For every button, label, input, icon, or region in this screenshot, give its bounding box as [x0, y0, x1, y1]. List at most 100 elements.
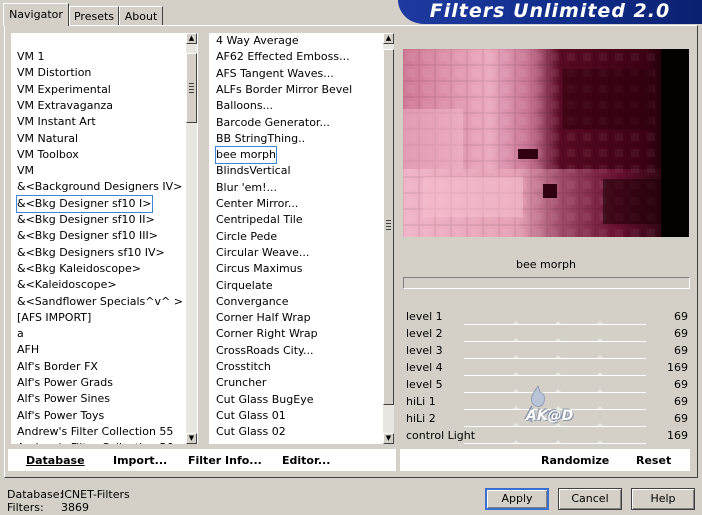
category-item[interactable]: Alf's Power Grads	[17, 375, 113, 391]
selected-filter-name: bee morph	[516, 258, 576, 271]
app-title-banner: Filters Unlimited 2.0	[398, 0, 702, 24]
filter-item[interactable]: Circus Maximus	[216, 261, 302, 277]
filter-item[interactable]: Circular Weave...	[216, 245, 309, 261]
scroll-down-icon[interactable]: ▼	[383, 433, 394, 444]
import-menu[interactable]: Import...	[113, 454, 167, 467]
filter-item[interactable]: 4 Way Average	[216, 33, 299, 49]
category-item[interactable]: VM Distortion	[17, 65, 91, 81]
parameter-slider-row[interactable]: level 1 69	[404, 309, 690, 326]
scroll-down-icon[interactable]: ▼	[186, 433, 197, 444]
parameter-label: level 2	[406, 327, 443, 340]
database-menu[interactable]: Database	[26, 454, 85, 467]
category-item[interactable]: &<Bkg Designer sf10 III>	[17, 228, 158, 244]
filter-info-menu[interactable]: Filter Info...	[188, 454, 262, 467]
filter-item[interactable]: Centripedal Tile	[216, 212, 303, 228]
filter-item[interactable]: CrossRoads City...	[216, 343, 313, 359]
import-menu-label: Import...	[113, 454, 168, 467]
filter-item[interactable]: Barcode Generator...	[216, 115, 330, 131]
parameter-label: hiLi 2	[406, 412, 436, 425]
category-item[interactable]: &<Kaleidoscope>	[17, 277, 117, 293]
parameter-value: 169	[667, 429, 688, 442]
apply-button[interactable]: Apply	[485, 488, 549, 510]
status-filters-value: 3869	[61, 501, 89, 514]
filter-item[interactable]: Crosstitch	[216, 359, 271, 375]
parameter-label: level 5	[406, 378, 443, 391]
editor-menu[interactable]: Editor...	[282, 454, 330, 467]
status-database-label: Database:	[7, 488, 64, 501]
filter-scrollbar[interactable]: ▲ ▼	[383, 33, 394, 444]
filter-item[interactable]: Cut Glass 01	[216, 408, 286, 424]
parameter-slider-row[interactable]: level 3 69	[404, 343, 690, 360]
category-item[interactable]: &<Bkg Designer sf10 I>	[16, 194, 153, 213]
scroll-up-icon[interactable]: ▲	[383, 33, 394, 44]
reset-button[interactable]: Reset	[636, 454, 671, 467]
filter-item[interactable]: Center Mirror...	[216, 196, 298, 212]
category-scrollbar[interactable]: ▲ ▼	[186, 33, 197, 444]
help-button[interactable]: Help	[631, 488, 695, 510]
filter-item[interactable]: Cirquelate	[216, 278, 273, 294]
scroll-up-icon[interactable]: ▲	[186, 33, 197, 44]
parameter-value: 169	[667, 361, 688, 374]
category-item[interactable]: AFH	[17, 342, 39, 358]
filter-item[interactable]: Cut Glass 02	[216, 424, 286, 440]
parameter-label: hiLi 1	[406, 395, 436, 408]
parameter-slider-track[interactable]	[464, 372, 646, 376]
category-item[interactable]: &<Bkg Designers sf10 IV>	[17, 245, 165, 261]
editor-menu-label: Editor...	[282, 454, 331, 467]
category-item[interactable]: Alf's Border FX	[17, 359, 98, 375]
filter-item[interactable]: Convergance	[216, 294, 289, 310]
filter-item[interactable]: bee morph	[215, 146, 277, 165]
category-list[interactable]: VM 1 VM Distortion VM Experimental VM Extra…	[11, 33, 198, 444]
category-scroll-thumb[interactable]	[186, 53, 197, 123]
category-item[interactable]: &<Background Designers IV>	[17, 179, 182, 195]
filter-item[interactable]: Corner Half Wrap	[216, 310, 311, 326]
category-item[interactable]: Andrew's Filter Collection 55	[17, 424, 173, 440]
filter-item[interactable]: BB StringThing..	[216, 131, 305, 147]
filter-item[interactable]: Cut Glass BugEye	[216, 392, 313, 408]
parameter-slider-track[interactable]	[464, 355, 646, 359]
parameter-slider-track[interactable]	[464, 321, 646, 325]
category-item[interactable]: &<Bkg Kaleidoscope>	[17, 261, 141, 277]
filter-preview-image	[403, 49, 689, 237]
parameter-label: level 1	[406, 310, 443, 323]
filter-item[interactable]: Cut Glass 03	[216, 441, 286, 445]
category-item[interactable]: Alf's Power Sines	[17, 391, 110, 407]
category-item[interactable]: Alf's Power Toys	[17, 408, 104, 424]
category-item[interactable]: VM Extravaganza	[17, 98, 113, 114]
filter-item[interactable]: Corner Right Wrap	[216, 326, 318, 342]
category-item[interactable]: VM Instant Art	[17, 114, 96, 130]
database-menu-label: Database	[26, 454, 85, 467]
parameter-slider-row[interactable]: level 2 69	[404, 326, 690, 343]
category-item[interactable]: VM Natural	[17, 131, 78, 147]
category-item[interactable]: &<Bkg Designer sf10 II>	[17, 212, 155, 228]
parameter-value: 69	[674, 310, 688, 323]
filter-item[interactable]: Balloons...	[216, 98, 273, 114]
filter-item[interactable]: AFS Tangent Waves...	[216, 66, 334, 82]
category-item[interactable]: VM Toolbox	[17, 147, 79, 163]
tab-presets[interactable]: Presets	[69, 6, 119, 25]
category-item[interactable]: VM Experimental	[17, 82, 111, 98]
category-item[interactable]: &<Sandflower Specials^v^ >	[17, 294, 183, 310]
parameter-slider-track[interactable]	[464, 338, 646, 342]
parameter-slider-row[interactable]: level 4 169	[404, 360, 690, 377]
filter-info-menu-label: Filter Info...	[188, 454, 262, 467]
filter-item[interactable]: Circle Pede	[216, 229, 277, 245]
tab-navigator[interactable]: Navigator	[3, 3, 69, 26]
cancel-button[interactable]: Cancel	[558, 488, 622, 510]
filter-scroll-thumb[interactable]	[383, 49, 394, 405]
category-item[interactable]: VM 1	[17, 49, 45, 65]
filter-item[interactable]: Blur 'em!...	[216, 180, 277, 196]
filter-item[interactable]: ALFs Border Mirror Bevel	[216, 82, 352, 98]
category-item[interactable]: a	[17, 326, 24, 342]
randomize-button[interactable]: Randomize	[541, 454, 609, 467]
parameter-slider-track[interactable]	[464, 440, 646, 444]
category-item[interactable]: VM	[17, 163, 34, 179]
filter-item[interactable]: AF62 Effected Emboss...	[216, 49, 350, 65]
filter-list[interactable]: 4 Way Average AF62 Effected Emboss... AFS …	[209, 33, 392, 444]
parameter-value: 69	[674, 412, 688, 425]
category-item[interactable]: [AFS IMPORT]	[17, 310, 91, 326]
tab-about[interactable]: About	[119, 6, 163, 25]
filter-item[interactable]: Cruncher	[216, 375, 266, 391]
filter-item[interactable]: BlindsVertical	[216, 163, 291, 179]
category-item[interactable]: Andrew's Filter Collection 56	[17, 440, 173, 444]
